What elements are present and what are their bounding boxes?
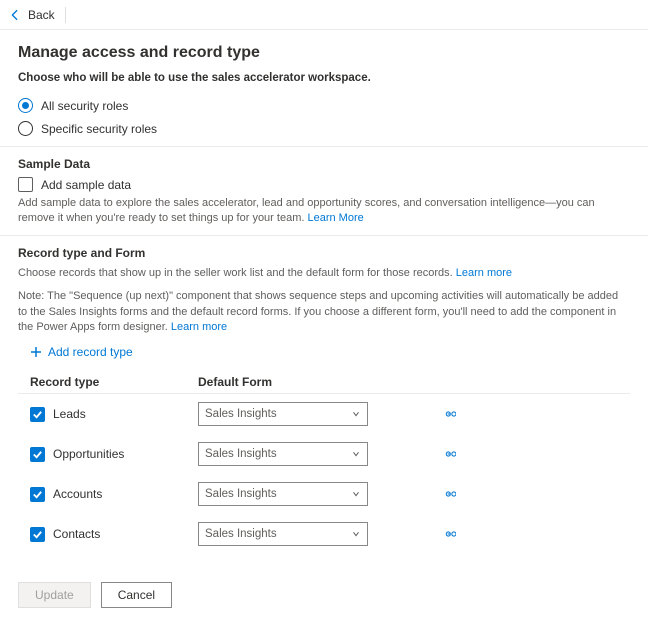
link-icon[interactable] xyxy=(442,409,630,419)
back-label: Back xyxy=(28,8,55,22)
chevron-down-icon xyxy=(351,489,361,499)
record-helper-2: Note: The "Sequence (up next)" component… xyxy=(18,289,630,335)
row-type-label: Opportunities xyxy=(53,447,124,461)
sample-helper: Add sample data to explore the sales acc… xyxy=(18,196,630,227)
page-title: Manage access and record type xyxy=(18,44,630,62)
roles-radio-group: All security roles Specific security rol… xyxy=(18,98,630,136)
default-form-select[interactable]: Sales Insights xyxy=(198,482,368,506)
sample-learn-link[interactable]: Learn More xyxy=(307,212,363,224)
page-subhead: Choose who will be able to use the sales… xyxy=(18,72,630,84)
update-button: Update xyxy=(18,582,91,608)
link-icon[interactable] xyxy=(442,449,630,459)
row-checkbox[interactable] xyxy=(30,447,45,462)
radio-icon xyxy=(18,121,33,136)
radio-label: Specific security roles xyxy=(41,122,157,136)
add-record-type-button[interactable]: Add record type xyxy=(30,345,630,359)
radio-label: All security roles xyxy=(41,99,128,113)
add-sample-checkbox[interactable] xyxy=(18,177,33,192)
select-value: Sales Insights xyxy=(205,488,277,500)
record-table: Record type Default Form Leads Sales Insi… xyxy=(18,371,630,554)
col-header-form: Default Form xyxy=(198,375,418,389)
row-checkbox[interactable] xyxy=(30,527,45,542)
radio-all-roles[interactable]: All security roles xyxy=(18,98,630,113)
default-form-select[interactable]: Sales Insights xyxy=(198,402,368,426)
default-form-select[interactable]: Sales Insights xyxy=(198,442,368,466)
divider xyxy=(65,7,66,23)
record-title: Record type and Form xyxy=(18,246,630,260)
select-value: Sales Insights xyxy=(205,408,277,420)
radio-specific-roles[interactable]: Specific security roles xyxy=(18,121,630,136)
record-learn-link-2[interactable]: Learn more xyxy=(171,321,227,333)
chevron-down-icon xyxy=(351,409,361,419)
select-value: Sales Insights xyxy=(205,448,277,460)
row-checkbox[interactable] xyxy=(30,407,45,422)
cancel-button[interactable]: Cancel xyxy=(101,582,172,608)
table-row: Leads Sales Insights xyxy=(18,394,630,434)
chevron-down-icon xyxy=(351,529,361,539)
col-header-type: Record type xyxy=(18,375,198,389)
add-record-label: Add record type xyxy=(48,345,133,359)
row-type-label: Accounts xyxy=(53,487,102,501)
select-value: Sales Insights xyxy=(205,528,277,540)
sample-title: Sample Data xyxy=(18,157,630,171)
record-helper-1: Choose records that show up in the selle… xyxy=(18,266,630,281)
back-arrow-icon xyxy=(8,8,22,22)
default-form-select[interactable]: Sales Insights xyxy=(198,522,368,546)
chevron-down-icon xyxy=(351,449,361,459)
table-row: Contacts Sales Insights xyxy=(18,514,630,554)
radio-icon xyxy=(18,98,33,113)
record-learn-link-1[interactable]: Learn more xyxy=(456,267,512,279)
row-type-label: Contacts xyxy=(53,527,100,541)
table-row: Opportunities Sales Insights xyxy=(18,434,630,474)
link-icon[interactable] xyxy=(442,489,630,499)
table-row: Accounts Sales Insights xyxy=(18,474,630,514)
back-button[interactable]: Back xyxy=(8,8,55,22)
row-checkbox[interactable] xyxy=(30,487,45,502)
plus-icon xyxy=(30,346,42,358)
link-icon[interactable] xyxy=(442,529,630,539)
add-sample-label: Add sample data xyxy=(41,178,131,192)
row-type-label: Leads xyxy=(53,407,86,421)
